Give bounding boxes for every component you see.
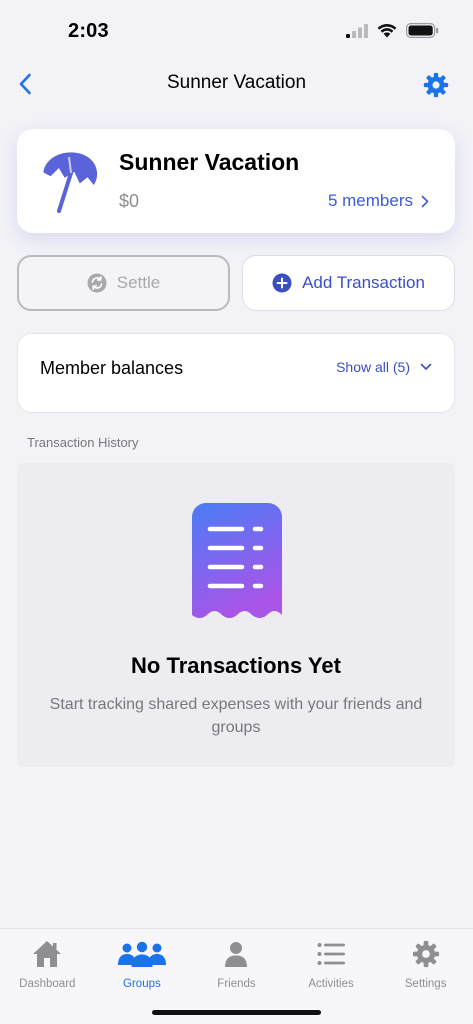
gear-icon bbox=[423, 72, 449, 98]
add-transaction-label: Add Transaction bbox=[302, 273, 425, 292]
beach-umbrella-icon bbox=[43, 152, 98, 213]
empty-transactions-state: No Transactions Yet Start tracking share… bbox=[17, 463, 455, 767]
status-icons bbox=[346, 23, 439, 38]
status-time: 2:03 bbox=[68, 20, 109, 42]
member-balances-card: Member balances Show all (5) bbox=[17, 333, 455, 413]
tab-label-friends: Friends bbox=[217, 978, 256, 990]
group-summary-card: Sunner Vacation $0 5 members bbox=[17, 129, 455, 233]
empty-state-title: No Transactions Yet bbox=[131, 653, 341, 678]
tab-label-dashboard: Dashboard bbox=[19, 978, 76, 990]
show-all-label: Show all (5) bbox=[336, 359, 410, 375]
members-count-label: 5 members bbox=[327, 191, 413, 210]
wifi-icon bbox=[377, 23, 397, 38]
group-settings-button[interactable] bbox=[421, 70, 451, 100]
tab-label-settings: Settings bbox=[404, 978, 447, 990]
members-link[interactable]: 5 members bbox=[328, 191, 429, 211]
empty-state-description: Start tracking shared expenses with your… bbox=[49, 696, 423, 736]
member-balances-title: Member balances bbox=[40, 358, 184, 378]
gear-icon bbox=[412, 940, 439, 968]
group-detail-screen: 2:03 Sunner Vacation Sunner Vacation $0 … bbox=[0, 0, 473, 1024]
battery-icon bbox=[406, 23, 439, 38]
group-total-amount: $0 bbox=[119, 191, 140, 211]
settle-label: Settle bbox=[116, 273, 161, 292]
cellular-signal-icon bbox=[346, 23, 368, 38]
add-transaction-button[interactable]: Add Transaction bbox=[242, 255, 455, 311]
settle-button[interactable]: Settle bbox=[17, 255, 230, 311]
chevron-right-icon bbox=[421, 195, 429, 207]
tab-settings[interactable]: Settings bbox=[378, 929, 473, 1024]
people-icon bbox=[117, 941, 166, 967]
plus-circle-icon bbox=[272, 273, 292, 293]
person-icon bbox=[225, 942, 248, 967]
show-all-balances-button[interactable]: Show all (5) bbox=[336, 359, 432, 375]
navigation-bar: Sunner Vacation bbox=[0, 62, 473, 106]
chevron-down-icon bbox=[420, 363, 432, 370]
status-bar: 2:03 bbox=[0, 0, 473, 62]
tab-dashboard[interactable]: Dashboard bbox=[0, 929, 95, 1024]
house-icon bbox=[33, 941, 62, 967]
page-title: Sunner Vacation bbox=[166, 72, 307, 93]
tab-label-groups: Groups bbox=[123, 978, 161, 990]
home-indicator[interactable] bbox=[152, 1010, 321, 1015]
group-name: Sunner Vacation bbox=[119, 149, 300, 175]
sync-arrows-icon bbox=[87, 273, 107, 293]
tab-label-activities: Activities bbox=[308, 978, 354, 990]
tab-bar: Dashboard Groups Friends Activities Sett… bbox=[0, 928, 473, 1024]
list-icon bbox=[317, 943, 346, 965]
receipt-icon bbox=[192, 503, 282, 618]
transaction-history-heading: Transaction History bbox=[27, 435, 139, 450]
